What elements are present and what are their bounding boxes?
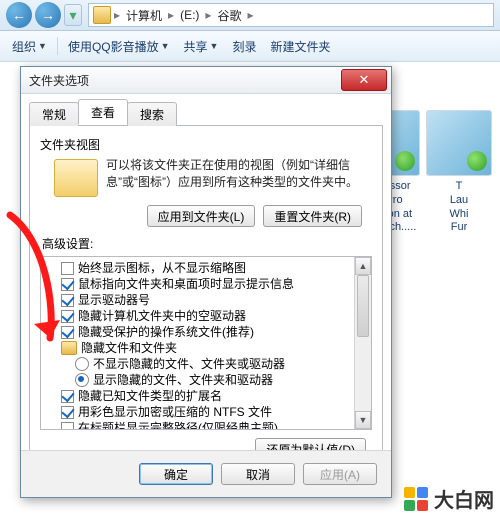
advanced-item-label: 显示隐藏的文件、文件夹和驱动器 (93, 372, 273, 388)
label: 刻录 (232, 38, 256, 55)
forward-button[interactable]: → (35, 2, 61, 28)
label: 使用QQ影音播放 (68, 38, 159, 55)
label: 组织 (12, 38, 36, 55)
advanced-label: 高级设置: (42, 235, 372, 252)
dialog-footer: 确定 取消 应用(A) (21, 450, 391, 497)
close-icon: ✕ (359, 72, 370, 88)
advanced-item[interactable]: 隐藏已知文件类型的扩展名 (45, 388, 353, 404)
advanced-item[interactable]: 始终显示图标，从不显示缩略图 (45, 260, 353, 276)
advanced-item-label: 隐藏文件和文件夹 (81, 340, 177, 356)
dialog-titlebar[interactable]: 文件夹选项 ✕ (21, 67, 391, 94)
video-thumbnail-icon (426, 110, 492, 176)
checkbox[interactable] (61, 294, 74, 307)
advanced-item[interactable]: 隐藏计算机文件夹中的空驱动器 (45, 308, 353, 324)
file-thumbnail[interactable]: T Lau Whi Fur (424, 110, 494, 235)
scrollbar[interactable]: ▲ ▼ (354, 257, 371, 429)
scroll-up-button[interactable]: ▲ (355, 257, 371, 275)
advanced-item-label: 在标题栏显示完整路径(仅限经典主题) (78, 420, 278, 430)
checkbox[interactable] (61, 406, 74, 419)
reset-folders-button[interactable]: 重置文件夹(R) (263, 205, 362, 227)
separator (57, 37, 58, 55)
section-description: 可以将该文件夹正在使用的视图（例如“详细信息”或“图标”）应用到所有这种类型的文… (106, 157, 372, 192)
dialog-title: 文件夹选项 (29, 72, 89, 89)
organize-menu[interactable]: 组织▼ (8, 36, 51, 57)
chevron-right-icon: ▸ (247, 8, 253, 22)
folder-options-dialog: 文件夹选项 ✕ 常规 查看 搜索 文件夹视图 可以将该文件夹正在使用的视图（例如… (20, 66, 392, 498)
checkbox[interactable] (61, 310, 74, 323)
chevron-right-icon: ▸ (205, 8, 211, 22)
breadcrumb-item[interactable]: 计算机 (123, 7, 165, 24)
tab-view[interactable]: 查看 (78, 99, 128, 125)
label: 新建文件夹 (270, 38, 330, 55)
advanced-item-label: 用彩色显示加密或压缩的 NTFS 文件 (78, 404, 272, 420)
folder-icon (61, 341, 77, 355)
advanced-item-label: 始终显示图标，从不显示缩略图 (78, 260, 246, 276)
scroll-down-button[interactable]: ▼ (355, 411, 371, 429)
checkbox[interactable] (61, 278, 74, 291)
apply-to-folders-button[interactable]: 应用到文件夹(L) (147, 205, 256, 227)
checkbox[interactable] (61, 422, 74, 431)
advanced-item[interactable]: 显示隐藏的文件、文件夹和驱动器 (45, 372, 353, 388)
tab-strip: 常规 查看 搜索 (29, 101, 383, 126)
close-button[interactable]: ✕ (341, 69, 387, 91)
scroll-thumb[interactable] (357, 275, 369, 337)
advanced-item-label: 隐藏计算机文件夹中的空驱动器 (78, 308, 246, 324)
advanced-item-label: 隐藏已知文件类型的扩展名 (78, 388, 222, 404)
back-button[interactable]: ← (6, 2, 32, 28)
advanced-item-label: 隐藏受保护的操作系统文件(推荐) (78, 324, 254, 340)
breadcrumb-item[interactable]: 谷歌 (214, 7, 244, 24)
radio[interactable] (75, 357, 89, 371)
radio[interactable] (75, 373, 89, 387)
advanced-item[interactable]: 隐藏文件和文件夹 (45, 340, 353, 356)
new-folder-button[interactable]: 新建文件夹 (266, 36, 334, 57)
dialog-body: 常规 查看 搜索 文件夹视图 可以将该文件夹正在使用的视图（例如“详细信息”或“… (29, 101, 383, 451)
tab-panel-view: 文件夹视图 可以将该文件夹正在使用的视图（例如“详细信息”或“图标”）应用到所有… (29, 126, 383, 452)
nav-history-dropdown[interactable]: ▾ (64, 4, 82, 26)
advanced-item[interactable]: 不显示隐藏的文件、文件夹或驱动器 (45, 356, 353, 372)
burn-button[interactable]: 刻录 (228, 36, 260, 57)
watermark-text: 大白网 (434, 484, 494, 513)
advanced-item[interactable]: 鼠标指向文件夹和桌面项时显示提示信息 (45, 276, 353, 292)
chevron-right-icon: ▸ (114, 8, 120, 22)
advanced-item[interactable]: 用彩色显示加密或压缩的 NTFS 文件 (45, 404, 353, 420)
advanced-item-label: 鼠标指向文件夹和桌面项时显示提示信息 (78, 276, 294, 292)
explorer-nav-bar: ← → ▾ ▸ 计算机 ▸ (E:) ▸ 谷歌 ▸ (0, 0, 500, 31)
checkbox[interactable] (61, 326, 74, 339)
cancel-button[interactable]: 取消 (221, 463, 295, 485)
tab-general[interactable]: 常规 (29, 102, 79, 126)
label: 共享 (184, 38, 208, 55)
play-menu[interactable]: 使用QQ影音播放▼ (64, 36, 174, 57)
explorer-toolbar: 组织▼ 使用QQ影音播放▼ 共享▼ 刻录 新建文件夹 (0, 31, 500, 62)
advanced-item[interactable]: 隐藏受保护的操作系统文件(推荐) (45, 324, 353, 340)
chevron-down-icon: ▼ (161, 41, 170, 51)
breadcrumb[interactable]: ▸ 计算机 ▸ (E:) ▸ 谷歌 ▸ (88, 3, 494, 27)
chevron-down-icon: ▼ (210, 41, 219, 51)
checkbox[interactable] (61, 262, 74, 275)
watermark: 大白网 (404, 484, 494, 513)
section-heading: 文件夹视图 (40, 136, 372, 153)
checkbox[interactable] (61, 390, 74, 403)
advanced-item[interactable]: 显示驱动器号 (45, 292, 353, 308)
file-name: T Lau Whi Fur (424, 180, 494, 235)
advanced-settings-list: 始终显示图标，从不显示缩略图鼠标指向文件夹和桌面项时显示提示信息显示驱动器号隐藏… (40, 256, 372, 430)
tab-search[interactable]: 搜索 (127, 102, 177, 126)
apply-button[interactable]: 应用(A) (303, 463, 377, 485)
chevron-right-icon: ▸ (168, 8, 174, 22)
chevron-down-icon: ▼ (38, 41, 47, 51)
folder-view-icon (54, 159, 98, 197)
advanced-item-label: 显示驱动器号 (78, 292, 150, 308)
folder-icon (93, 6, 111, 24)
share-menu[interactable]: 共享▼ (180, 36, 223, 57)
ok-button[interactable]: 确定 (139, 463, 213, 485)
advanced-item[interactable]: 在标题栏显示完整路径(仅限经典主题) (45, 420, 353, 430)
watermark-logo-icon (404, 487, 428, 511)
breadcrumb-item[interactable]: (E:) (177, 8, 202, 22)
advanced-item-label: 不显示隐藏的文件、文件夹或驱动器 (93, 356, 285, 372)
